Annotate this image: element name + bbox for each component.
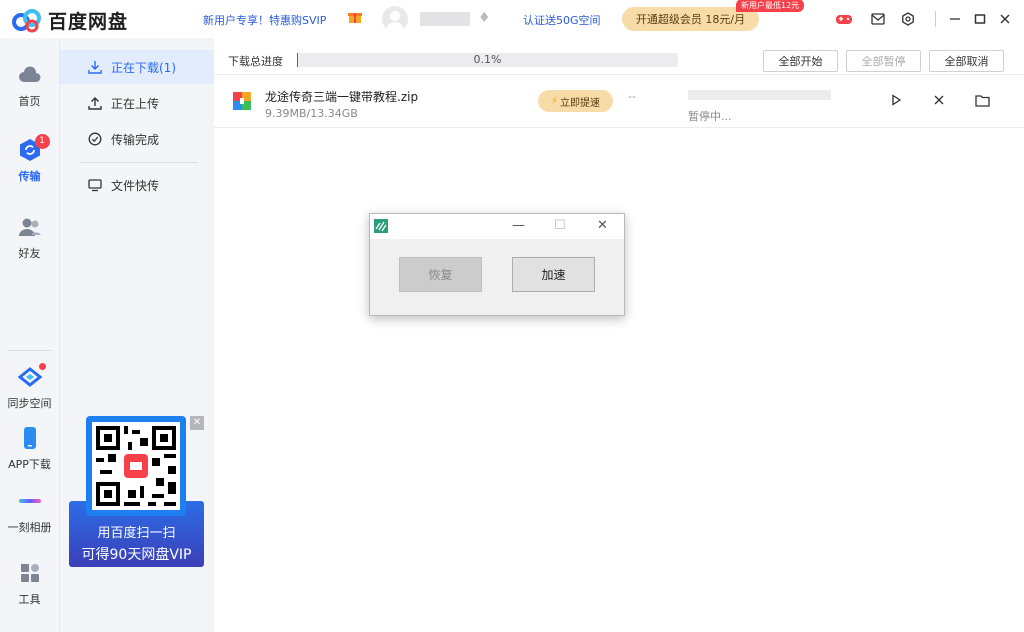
- cancel-all-button[interactable]: 全部取消: [929, 50, 1004, 72]
- phone-icon: [18, 426, 42, 450]
- friends-icon: [18, 215, 42, 239]
- subnav-divider: [80, 162, 198, 163]
- cloud-icon: [18, 63, 42, 87]
- subnav-item-label: 正在下载(1): [111, 60, 176, 75]
- upload-icon: [88, 96, 102, 110]
- start-all-button[interactable]: 全部开始: [763, 50, 838, 72]
- rail-divider: [7, 350, 52, 351]
- subnav-item-label: 文件快传: [111, 178, 160, 193]
- settings-icon[interactable]: [899, 10, 917, 28]
- qr-close-icon[interactable]: ✕: [190, 416, 204, 430]
- svip-promo-link[interactable]: 新用户专享！特惠购SVIP: [203, 12, 326, 28]
- zip-file-icon: [233, 92, 251, 110]
- rail-item-label: 同步空间: [7, 397, 52, 410]
- close-icon[interactable]: [996, 10, 1014, 28]
- titlebar-separator: [935, 11, 936, 27]
- transfer-badge: 1: [34, 134, 50, 149]
- subnav-item-label: 正在上传: [111, 96, 160, 111]
- rail-item-label: APP下载: [8, 458, 51, 471]
- tools-icon: [18, 561, 42, 585]
- sync-dot: [38, 363, 46, 370]
- title-bar: 百度网盘 新用户专享！特惠购SVIP ♦ 认证送50G空间 开通超级会员 18元…: [0, 0, 1024, 38]
- speed-up-label: 立即提速: [560, 97, 601, 109]
- pause-all-button[interactable]: 全部暂停: [846, 50, 921, 72]
- qr-code-frame: [86, 416, 186, 516]
- total-progress-bar: 0.1%: [297, 53, 678, 67]
- username-redacted[interactable]: [420, 12, 470, 26]
- dialog-close-icon[interactable]: ✕: [597, 218, 608, 233]
- monitor-icon: [88, 178, 102, 192]
- check-icon: [88, 132, 102, 146]
- task-progress-bar: [688, 90, 831, 100]
- subnav-item-completed[interactable]: 传输完成: [60, 122, 214, 156]
- download-header: 下载总进度 0.1% 全部开始 全部暂停 全部取消: [214, 38, 1024, 75]
- download-speed: --: [628, 90, 636, 103]
- rail-item-label: 好友: [18, 247, 41, 260]
- rail-item-label: 工具: [18, 593, 41, 606]
- rail-item-home[interactable]: 首页: [0, 63, 59, 109]
- sync-icon: [17, 363, 46, 389]
- file-size: 9.39MB/13.34GB: [265, 107, 358, 120]
- rail-item-sync-space[interactable]: 同步空间: [0, 363, 59, 411]
- rail-item-label: 传输: [18, 170, 41, 183]
- rail-item-tools[interactable]: 工具: [0, 561, 59, 607]
- rail-item-friends[interactable]: 好友: [0, 215, 59, 261]
- baidu-netdisk-logo-icon: [12, 8, 41, 32]
- verify-link[interactable]: 认证送50G空间: [523, 12, 601, 28]
- mail-icon[interactable]: [869, 10, 887, 28]
- diamond-level-icon[interactable]: ♦: [478, 10, 491, 26]
- qr-code: [92, 422, 180, 510]
- subnav-item-uploading[interactable]: 正在上传: [60, 86, 214, 120]
- accelerate-button[interactable]: 加速: [512, 257, 595, 292]
- gift-icon[interactable]: [348, 10, 362, 24]
- total-progress-label: 下载总进度: [228, 55, 283, 68]
- rail-item-transfer[interactable]: 1 传输: [0, 134, 59, 184]
- qr-code-icon: [96, 426, 176, 506]
- dialog-app-icon: [374, 219, 388, 233]
- dialog-minimize-icon[interactable]: —: [512, 218, 525, 233]
- rail-item-app-download[interactable]: APP下载: [0, 426, 59, 472]
- subnav-item-quick-transfer[interactable]: 文件快传: [60, 168, 214, 202]
- transfer-icon: 1: [18, 134, 50, 162]
- game-icon[interactable]: [835, 10, 853, 28]
- lightning-icon: ⚡: [550, 95, 559, 107]
- rail-item-label: 一刻相册: [7, 521, 52, 534]
- left-rail: 首页 1 传输 好友 同步空间 APP下载 一刻相册 工具: [0, 38, 59, 632]
- total-progress-percent: 0.1%: [473, 53, 502, 66]
- accelerate-dialog: — ☐ ✕ 恢复 加速: [369, 213, 625, 316]
- task-status: 暂停中...: [688, 110, 732, 123]
- app-name: 百度网盘: [48, 11, 129, 33]
- file-name: 龙途传奇三端一键带教程.zip: [265, 90, 419, 104]
- maximize-icon[interactable]: [971, 10, 989, 28]
- qr-promo-line2: 可得90天网盘VIP: [81, 547, 192, 563]
- avatar[interactable]: [382, 6, 408, 32]
- play-icon[interactable]: [887, 91, 905, 109]
- qr-promo-line1: 用百度扫一扫: [97, 526, 176, 541]
- app-logo: 百度网盘: [12, 7, 128, 34]
- folder-icon[interactable]: [973, 91, 991, 109]
- rail-item-album[interactable]: 一刻相册: [0, 489, 59, 535]
- cancel-task-icon[interactable]: [930, 91, 948, 109]
- album-icon: [18, 489, 42, 513]
- minimize-icon[interactable]: [946, 10, 964, 28]
- rail-item-label: 首页: [18, 95, 41, 108]
- dialog-maximize-icon[interactable]: ☐: [554, 218, 566, 233]
- dialog-title-bar: — ☐ ✕: [370, 214, 624, 239]
- table-row[interactable]: 龙途传奇三端一键带教程.zip 9.39MB/13.34GB ⚡ 立即提速 --…: [214, 76, 1024, 128]
- speed-up-button[interactable]: ⚡ 立即提速: [538, 90, 613, 112]
- main-panel: 下载总进度 0.1% 全部开始 全部暂停 全部取消 龙途传奇三端一键带教程.zi…: [214, 38, 1024, 632]
- download-icon: [88, 60, 102, 74]
- subnav-item-label: 传输完成: [111, 132, 160, 147]
- qr-promo-card[interactable]: 用百度扫一扫 可得90天网盘VIP: [69, 416, 204, 567]
- subnav-item-downloading[interactable]: 正在下载(1): [60, 50, 214, 84]
- resume-button[interactable]: 恢复: [399, 257, 482, 292]
- vip-badge: 新用户最低12元: [736, 0, 805, 12]
